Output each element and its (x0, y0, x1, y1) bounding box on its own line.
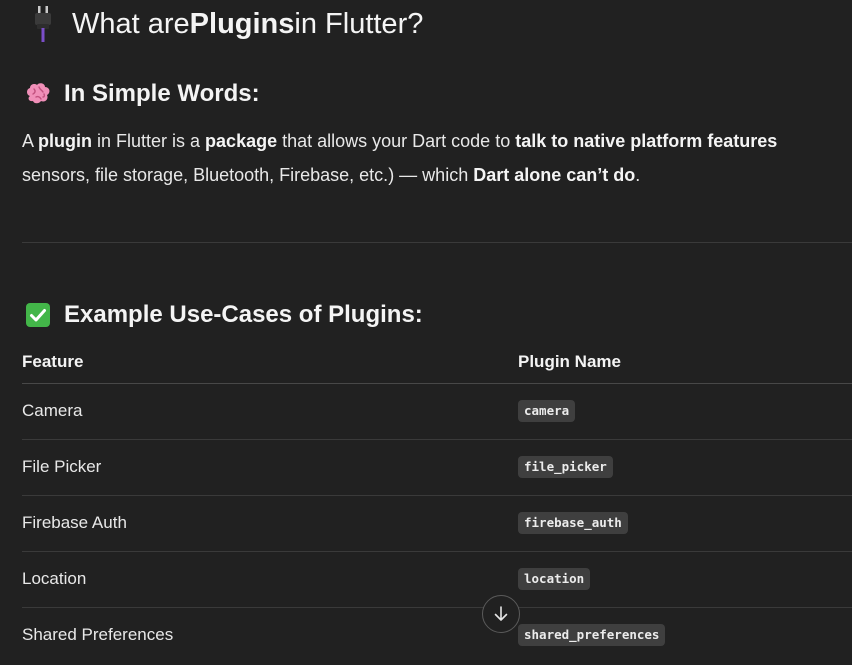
paragraph-line-1: A plugin in Flutter is a package that al… (22, 124, 852, 158)
feature-cell: Camera (22, 401, 83, 420)
bold-text: package (205, 131, 278, 151)
section-heading-use-cases: Example Use-Cases of Plugins: (24, 297, 423, 333)
table-row: Camera camera (22, 384, 852, 440)
text-run: that allows your Dart code to (277, 131, 516, 151)
feature-cell: Firebase Auth (22, 513, 127, 532)
plugin-cell: file_picker (518, 456, 613, 478)
bold-text: plugin (38, 131, 92, 151)
scroll-to-bottom-button[interactable] (482, 595, 520, 633)
column-header-plugin-name: Plugin Name (518, 352, 621, 371)
heading-suffix: in Flutter? (294, 7, 424, 40)
text-run: in Flutter is a (92, 131, 206, 151)
inline-code: file_picker (518, 456, 613, 478)
inline-code: camera (518, 400, 576, 422)
divider (22, 242, 852, 243)
bold-text: talk to native platform features (515, 131, 778, 151)
plugin-cell: firebase_auth (518, 512, 628, 534)
table-row: Location location (22, 552, 852, 608)
table-row: Shared Preferences shared_preferences (22, 608, 852, 663)
brain-icon (24, 80, 52, 108)
column-header-feature: Feature (22, 352, 84, 371)
table-header: Feature Plugin Name (22, 343, 852, 384)
paragraph-line-2: sensors, file storage, Bluetooth, Fireba… (22, 158, 852, 192)
text-run: . (635, 165, 641, 185)
table-row: Firebase Auth firebase_auth (22, 496, 852, 552)
description-paragraph: A plugin in Flutter is a package that al… (22, 124, 852, 192)
plugin-cell: shared_preferences (518, 624, 666, 646)
bold-text: Dart alone can’t do (473, 165, 636, 185)
inline-code: shared_preferences (518, 624, 666, 646)
heading-prefix: What are (72, 7, 190, 40)
feature-cell: Location (22, 569, 87, 588)
check-icon (24, 301, 52, 329)
chat-message-page: What are Plugins in Flutter? In Simple W… (0, 0, 852, 665)
main-heading: What are Plugins in Flutter? (33, 2, 423, 46)
plugin-cell: location (518, 568, 591, 590)
text-run: A (22, 131, 39, 151)
inline-code: location (518, 568, 591, 590)
section-heading-simple-words: In Simple Words: (24, 76, 260, 112)
plug-icon (33, 6, 53, 42)
section-title: In Simple Words: (64, 80, 260, 107)
text-run: sensors, file storage, Bluetooth, Fireba… (22, 165, 474, 185)
heading-bold: Plugins (189, 7, 295, 40)
section-title: Example Use-Cases of Plugins: (64, 301, 423, 328)
arrow-down-icon (494, 606, 508, 621)
feature-cell: File Picker (22, 457, 102, 476)
table-row: File Picker file_picker (22, 440, 852, 496)
plugins-table: Feature Plugin Name Camera camera File P… (22, 343, 852, 663)
plugin-cell: camera (518, 400, 576, 422)
inline-code: firebase_auth (518, 512, 628, 534)
feature-cell: Shared Preferences (22, 625, 174, 644)
